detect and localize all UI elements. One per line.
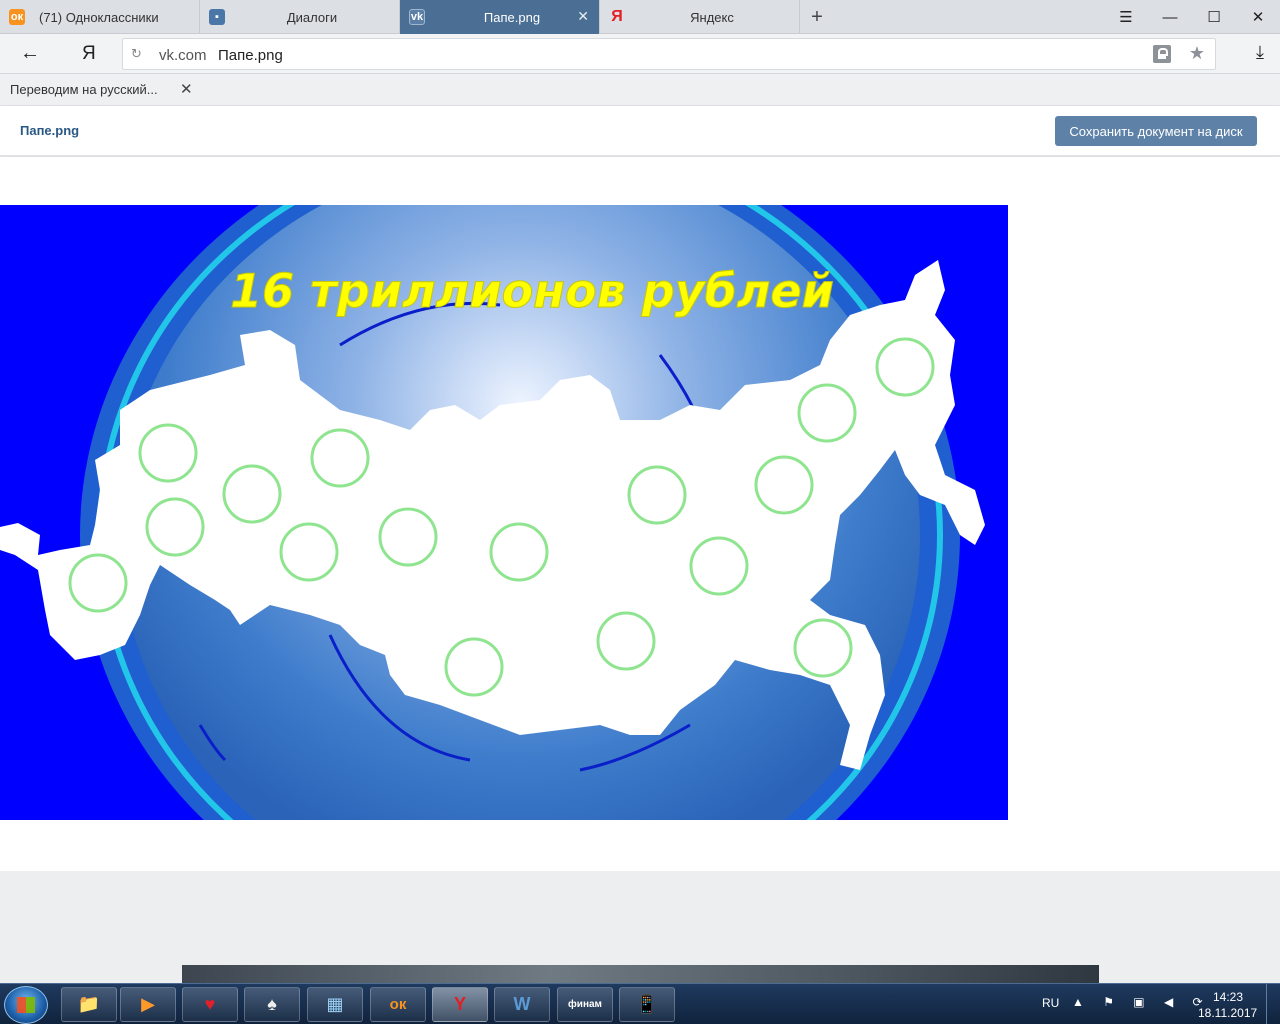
document-image: 16 триллионов рублей [0,205,1008,820]
address-toolbar: ← Я ↻ vk.com Папе.png ★ ⤓ [0,34,1280,74]
document-name[interactable]: Папе.png [20,123,79,138]
start-button[interactable] [4,986,48,1024]
clock-date[interactable]: 18.11.2017 [1198,1006,1257,1020]
odnoklassniki-icon: ок [9,9,25,25]
tab-title: (71) Одноклассники [39,9,159,25]
url-page-title: Папе.png [218,47,283,64]
reload-icon[interactable]: ↻ [131,46,142,62]
media-player-icon[interactable]: ▶ [120,987,176,1022]
lock-icon[interactable] [1153,45,1171,63]
translate-status[interactable]: Переводим на русский... [10,82,158,97]
show-desktop-button[interactable] [1266,984,1280,1024]
url-domain: vk.com [159,47,207,64]
tab-papa-png[interactable]: vk Папе.png ✕ [400,0,600,34]
tab-yandex[interactable]: Я Яндекс [600,0,800,34]
desktop-wallpaper-strip [182,965,1099,983]
back-arrow-icon[interactable]: ← [20,42,40,65]
odnoklassniki-app-icon[interactable]: ок [370,987,426,1022]
maximize-icon[interactable]: ☐ [1192,0,1236,34]
language-indicator[interactable]: RU [1042,996,1059,1010]
explorer-icon[interactable]: 📁 [61,987,117,1022]
system-tray-icons[interactable]: ▲ ⚑ ▣ ◀ ⟳ [1072,995,1211,1009]
tab-title: Папе.png [483,9,541,25]
document-viewer: 16 триллионов рублей [0,157,1280,871]
tab-title: Яндекс [690,9,734,25]
document-header: Папе.png Сохранить документ на диск [0,106,1280,156]
vk-icon: vk [409,9,425,25]
translate-bar: Переводим на русский... ✕ [0,74,1280,106]
yandex-browser-icon[interactable]: Y [432,987,488,1022]
close-window-icon[interactable]: ✕ [1236,0,1280,34]
windows-taskbar: 📁 ▶ ♥ ♠ ▦ ок Y W финам 📱 RU ▲ ⚑ ▣ ◀ ⟳ 14… [0,983,1280,1024]
tab-dialogs[interactable]: ▪ Диалоги [200,0,400,34]
message-icon: ▪ [209,9,225,25]
image-caption: 16 триллионов рублей [230,264,834,318]
download-icon[interactable]: ⤓ [1256,42,1264,63]
address-bar[interactable]: ↻ vk.com Папе.png ★ [122,38,1216,70]
russia-map-picture: 16 триллионов рублей [0,205,1008,820]
window-controls: ☰ — ☐ ✕ [1104,0,1280,34]
word-icon[interactable]: W [494,987,550,1022]
finam-icon[interactable]: финам [557,987,613,1022]
tab-close-icon[interactable]: ✕ [577,8,589,25]
calculator-icon[interactable]: ▦ [307,987,363,1022]
minimize-icon[interactable]: — [1148,0,1192,34]
phone-icon[interactable]: 📱 [619,987,675,1022]
new-tab-button[interactable]: + [800,0,834,34]
yandex-logo-icon[interactable]: Я [82,43,96,65]
solitaire-icon[interactable]: ♠ [244,987,300,1022]
tab-title: Диалоги [286,9,338,25]
clock-time[interactable]: 14:23 [1213,990,1243,1004]
yandex-icon: Я [611,8,623,25]
save-document-button[interactable]: Сохранить документ на диск [1055,116,1257,146]
menu-icon[interactable]: ☰ [1104,0,1148,34]
translate-close-icon[interactable]: ✕ [180,80,193,98]
bookmark-star-icon[interactable]: ★ [1189,43,1205,64]
tab-odnoklassniki[interactable]: ок (71) Одноклассники [0,0,200,34]
hearts-game-icon[interactable]: ♥ [182,987,238,1022]
tab-strip: ок (71) Одноклассники ▪ Диалоги vk Папе.… [0,0,1280,34]
